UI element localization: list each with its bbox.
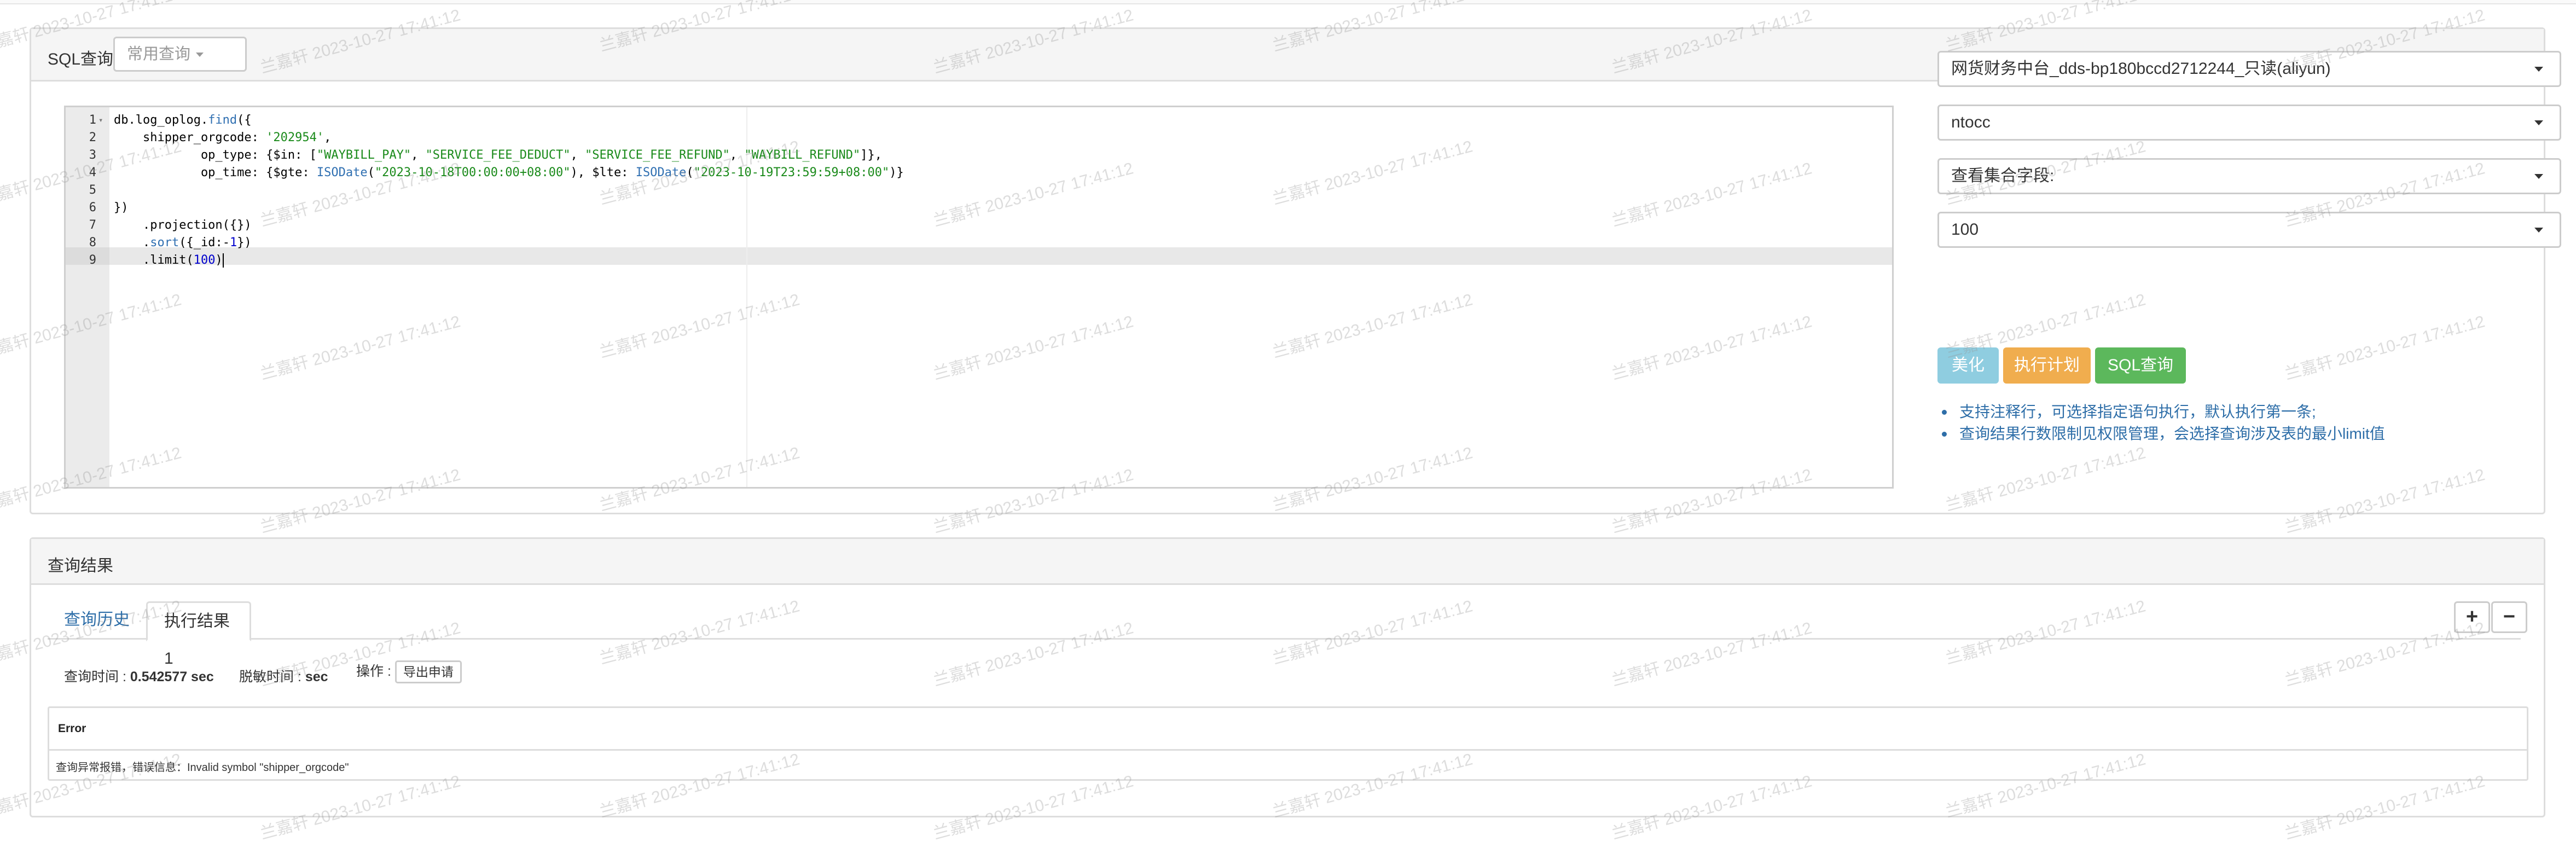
limit-select-value: 100 — [1951, 221, 1979, 239]
tip-item: 查询结果行数限制见权限管理，会选择查询涉及表的最小limit值 — [1937, 423, 2385, 445]
desense-time-value: sec — [305, 669, 328, 684]
error-box: Error 查询异常报错，错误信息：Invalid symbol "shippe… — [48, 706, 2528, 781]
plus-icon: + — [2465, 605, 2479, 628]
query-result-panel: 查询结果 查询历史 执行结果1 + − 查询时间 : 0.542577 sec … — [30, 537, 2545, 817]
chevron-down-icon — [2534, 67, 2543, 72]
code-line: 7 .projection({}) — [66, 217, 1892, 234]
fold-icon[interactable]: ▾ — [98, 112, 103, 129]
add-tab-button[interactable]: + — [2454, 601, 2490, 633]
code-line: 9 .limit(100) — [66, 252, 1892, 269]
result-panel-title: 查询结果 — [48, 557, 113, 575]
text-cursor — [222, 253, 224, 268]
tab-exec-result-1[interactable]: 执行结果1 — [146, 601, 251, 668]
result-panel-heading: 查询结果 — [31, 539, 2544, 585]
error-header: Error — [49, 708, 2527, 751]
bullet-icon — [1942, 432, 1947, 437]
line-number: 5 — [89, 183, 96, 197]
code-text: op_time: {$gte: ISODate("2023-10-18T00:0… — [114, 166, 904, 179]
tip-item: 支持注释行，可选择指定语句执行，默认执行第一条; — [1937, 401, 2385, 423]
collection-fields-select-value: 查看集合字段: — [1951, 167, 2055, 185]
code-line: 4 op_time: {$gte: ISODate("2023-10-18T00… — [66, 164, 1892, 182]
line-number: 7 — [89, 218, 96, 232]
database-select-value: ntocc — [1951, 113, 1991, 131]
remove-tab-button[interactable]: − — [2491, 601, 2527, 633]
minus-icon: − — [2503, 605, 2516, 628]
result-tabs: 查询历史 执行结果1 — [48, 601, 2521, 668]
beautify-button[interactable]: 美化 — [1937, 347, 1999, 384]
common-query-dropdown[interactable]: 常用查询 — [113, 37, 247, 72]
error-message: 查询异常报错，错误信息：Invalid symbol "shipper_orgc… — [56, 762, 349, 774]
operations: 操作 : 导出申请 — [356, 660, 462, 684]
limit-select[interactable]: 100 — [1937, 212, 2561, 248]
database-select[interactable]: ntocc — [1937, 105, 2561, 141]
code-text: .sort({_id:-1}) — [114, 236, 252, 250]
code-text: op_type: {$in: ["WAYBILL_PAY", "SERVICE_… — [114, 148, 883, 162]
common-query-label: 常用查询 — [127, 45, 191, 63]
chevron-down-icon — [2534, 120, 2543, 125]
code-text: shipper_orgcode: '202954', — [114, 131, 332, 144]
sql-editor[interactable]: 1 ▾ db.log_oplog.find({ 2 shipper_orgcode: … — [64, 106, 1894, 489]
chevron-down-icon — [196, 53, 204, 57]
explain-plan-button[interactable]: 执行计划 — [2003, 347, 2091, 384]
line-number: 6 — [89, 201, 96, 214]
code-line: 6}) — [66, 199, 1892, 217]
export-request-button[interactable]: 导出申请 — [394, 660, 462, 684]
error-title: Error — [58, 722, 86, 735]
query-time-value: 0.542577 sec — [130, 669, 214, 684]
code-text: .limit(100) — [114, 253, 224, 268]
line-number: 4 — [89, 166, 96, 179]
desense-time: 脱敏时间 : sec — [239, 669, 328, 684]
tab-query-history[interactable]: 查询历史 — [48, 601, 146, 641]
line-number: 3 — [89, 148, 96, 162]
instance-select[interactable]: 网货财务中台_dds-bp180bccd2712244_只读(aliyun) — [1937, 51, 2561, 87]
line-number: 1 — [89, 113, 96, 127]
tips-list: 支持注释行，可选择指定语句执行，默认执行第一条; 查询结果行数限制见权限管理，会… — [1937, 401, 2385, 445]
query-time: 查询时间 : 0.542577 sec — [64, 669, 214, 684]
code-line: 3 op_type: {$in: ["WAYBILL_PAY", "SERVIC… — [66, 147, 1892, 164]
sql-query-button[interactable]: SQL查询 — [2095, 347, 2186, 384]
top-bar — [0, 0, 2576, 4]
line-number: 8 — [89, 236, 96, 250]
bullet-icon — [1942, 410, 1947, 415]
code-line: 1 ▾ db.log_oplog.find({ — [66, 112, 1892, 129]
code-line: 2 shipper_orgcode: '202954', — [66, 129, 1892, 147]
code-text: db.log_oplog.find({ — [114, 113, 252, 127]
sql-query-panel: SQL查询 常用查询 1 ▾ db.log_oplog.find({ 2 shippe… — [30, 27, 2561, 514]
chevron-down-icon — [2534, 228, 2543, 233]
code-text: }) — [114, 201, 129, 214]
code-text: .projection({}) — [114, 218, 252, 232]
instance-select-value: 网货财务中台_dds-bp180bccd2712244_只读(aliyun) — [1951, 60, 2331, 78]
code-line: 8 .sort({_id:-1}) — [66, 234, 1892, 252]
collection-fields-select[interactable]: 查看集合字段: — [1937, 158, 2561, 194]
line-number: 2 — [89, 131, 96, 144]
code-line: 5 — [66, 182, 1892, 199]
chevron-down-icon — [2534, 174, 2543, 179]
sql-panel-title: SQL查询 — [48, 50, 114, 68]
line-number: 9 — [89, 253, 96, 267]
